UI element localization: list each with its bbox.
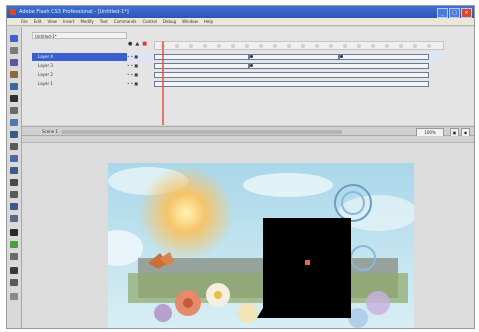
app-window: Adobe Flash CS3 Professional - [Untitled… — [6, 5, 475, 329]
close-button[interactable]: × — [461, 8, 472, 18]
eyedropper-tool-icon[interactable] — [10, 179, 18, 186]
frame-track[interactable] — [154, 63, 444, 69]
layer-name[interactable]: Layer 3 — [32, 62, 127, 70]
window-title: Adobe Flash CS3 Professional - [Untitled… — [19, 9, 129, 15]
layer-row[interactable]: Layer 4 • • ■ — [32, 53, 444, 61]
layer-row[interactable]: Layer 3 • • ■ — [32, 62, 444, 70]
maximize-button[interactable]: □ — [449, 8, 460, 18]
menu-text[interactable]: Text — [100, 18, 108, 25]
timeline-panel: Untitled-1* ● ▲ ■ Layer 4 • • ■ Layer 3 … — [22, 27, 474, 125]
selection-tool-icon[interactable] — [10, 35, 18, 42]
layer-controls[interactable]: • • ■ — [127, 62, 154, 70]
flower — [154, 304, 172, 322]
stroke-color-icon[interactable] — [10, 229, 18, 236]
pen-tool-icon[interactable] — [10, 83, 18, 90]
layer-controls[interactable]: • • ■ — [127, 80, 154, 88]
swap-colors-icon[interactable] — [10, 253, 18, 260]
lock-icon[interactable]: ▲ — [135, 41, 139, 47]
playhead[interactable] — [162, 41, 164, 125]
brush-tool-icon[interactable] — [10, 143, 18, 150]
menu-window[interactable]: Window — [182, 18, 198, 25]
frame-track[interactable] — [154, 54, 444, 60]
sun — [138, 165, 234, 261]
registration-point — [305, 260, 310, 265]
zoom-tool-icon[interactable] — [10, 215, 18, 222]
frame-track[interactable] — [154, 81, 444, 87]
stage-ruler — [22, 136, 474, 143]
layer-name[interactable]: Layer 1 — [32, 80, 127, 88]
free-transform-tool-icon[interactable] — [10, 59, 18, 66]
title-bar: Adobe Flash CS3 Professional - [Untitled… — [7, 6, 474, 18]
pencil-tool-icon[interactable] — [10, 131, 18, 138]
layer-name[interactable]: Layer 4 — [32, 53, 127, 61]
line-tool-icon[interactable] — [10, 107, 18, 114]
scene-label[interactable]: Scene 1 — [42, 129, 58, 134]
menu-view[interactable]: View — [47, 18, 57, 25]
document-tab[interactable]: Untitled-1* — [32, 32, 127, 39]
horizontal-scrollbar[interactable] — [62, 130, 342, 134]
frame-track[interactable] — [154, 72, 444, 78]
outline-icon[interactable]: ■ — [142, 41, 147, 47]
rectangle-tool-icon[interactable] — [10, 119, 18, 126]
layer-name[interactable]: Layer 2 — [32, 71, 127, 79]
text-tool-icon[interactable] — [10, 95, 18, 102]
subselection-tool-icon[interactable] — [10, 47, 18, 54]
ink-bottle-tool-icon[interactable] — [10, 155, 18, 162]
flower — [366, 291, 390, 315]
layer-controls[interactable]: • • ■ — [127, 71, 154, 79]
menu-bar: File Edit View Insert Modify Text Comman… — [7, 18, 474, 26]
stage-panel: Scene 1 100% ▣ ◆ — [22, 126, 474, 328]
menu-insert[interactable]: Insert — [63, 18, 74, 25]
straighten-icon[interactable] — [10, 293, 18, 300]
tools-panel — [7, 27, 22, 328]
flower-center — [214, 291, 222, 299]
layer-row[interactable]: Layer 2 • • ■ — [32, 71, 444, 79]
edit-bar: Scene 1 100% ▣ ◆ — [22, 126, 474, 137]
lasso-tool-icon[interactable] — [10, 71, 18, 78]
eraser-tool-icon[interactable] — [10, 191, 18, 198]
stage-artwork — [108, 163, 414, 328]
eye-icon[interactable]: ● — [128, 41, 132, 47]
snap-magnet-icon[interactable] — [10, 267, 18, 274]
smooth-icon[interactable] — [10, 279, 18, 286]
hand-tool-icon[interactable] — [10, 203, 18, 210]
layer-row[interactable]: Layer 1 • • ■ — [32, 80, 444, 88]
fill-color-icon[interactable] — [10, 241, 18, 248]
menu-debug[interactable]: Debug — [163, 18, 176, 25]
flower-center — [183, 298, 193, 308]
menu-edit[interactable]: Edit — [34, 18, 42, 25]
menu-file[interactable]: File — [21, 18, 28, 25]
menu-commands[interactable]: Commands — [114, 18, 137, 25]
flower — [238, 303, 258, 323]
menu-modify[interactable]: Modify — [80, 18, 93, 25]
paint-bucket-tool-icon[interactable] — [10, 167, 18, 174]
frame-ruler[interactable] — [154, 41, 444, 50]
menu-control[interactable]: Control — [142, 18, 156, 25]
minimize-button[interactable]: _ — [437, 8, 448, 18]
app-icon — [10, 9, 16, 15]
menu-help[interactable]: Help — [204, 18, 213, 25]
cloud — [243, 173, 333, 197]
layer-controls[interactable]: • • ■ — [127, 53, 154, 61]
stage-canvas[interactable] — [108, 163, 414, 328]
